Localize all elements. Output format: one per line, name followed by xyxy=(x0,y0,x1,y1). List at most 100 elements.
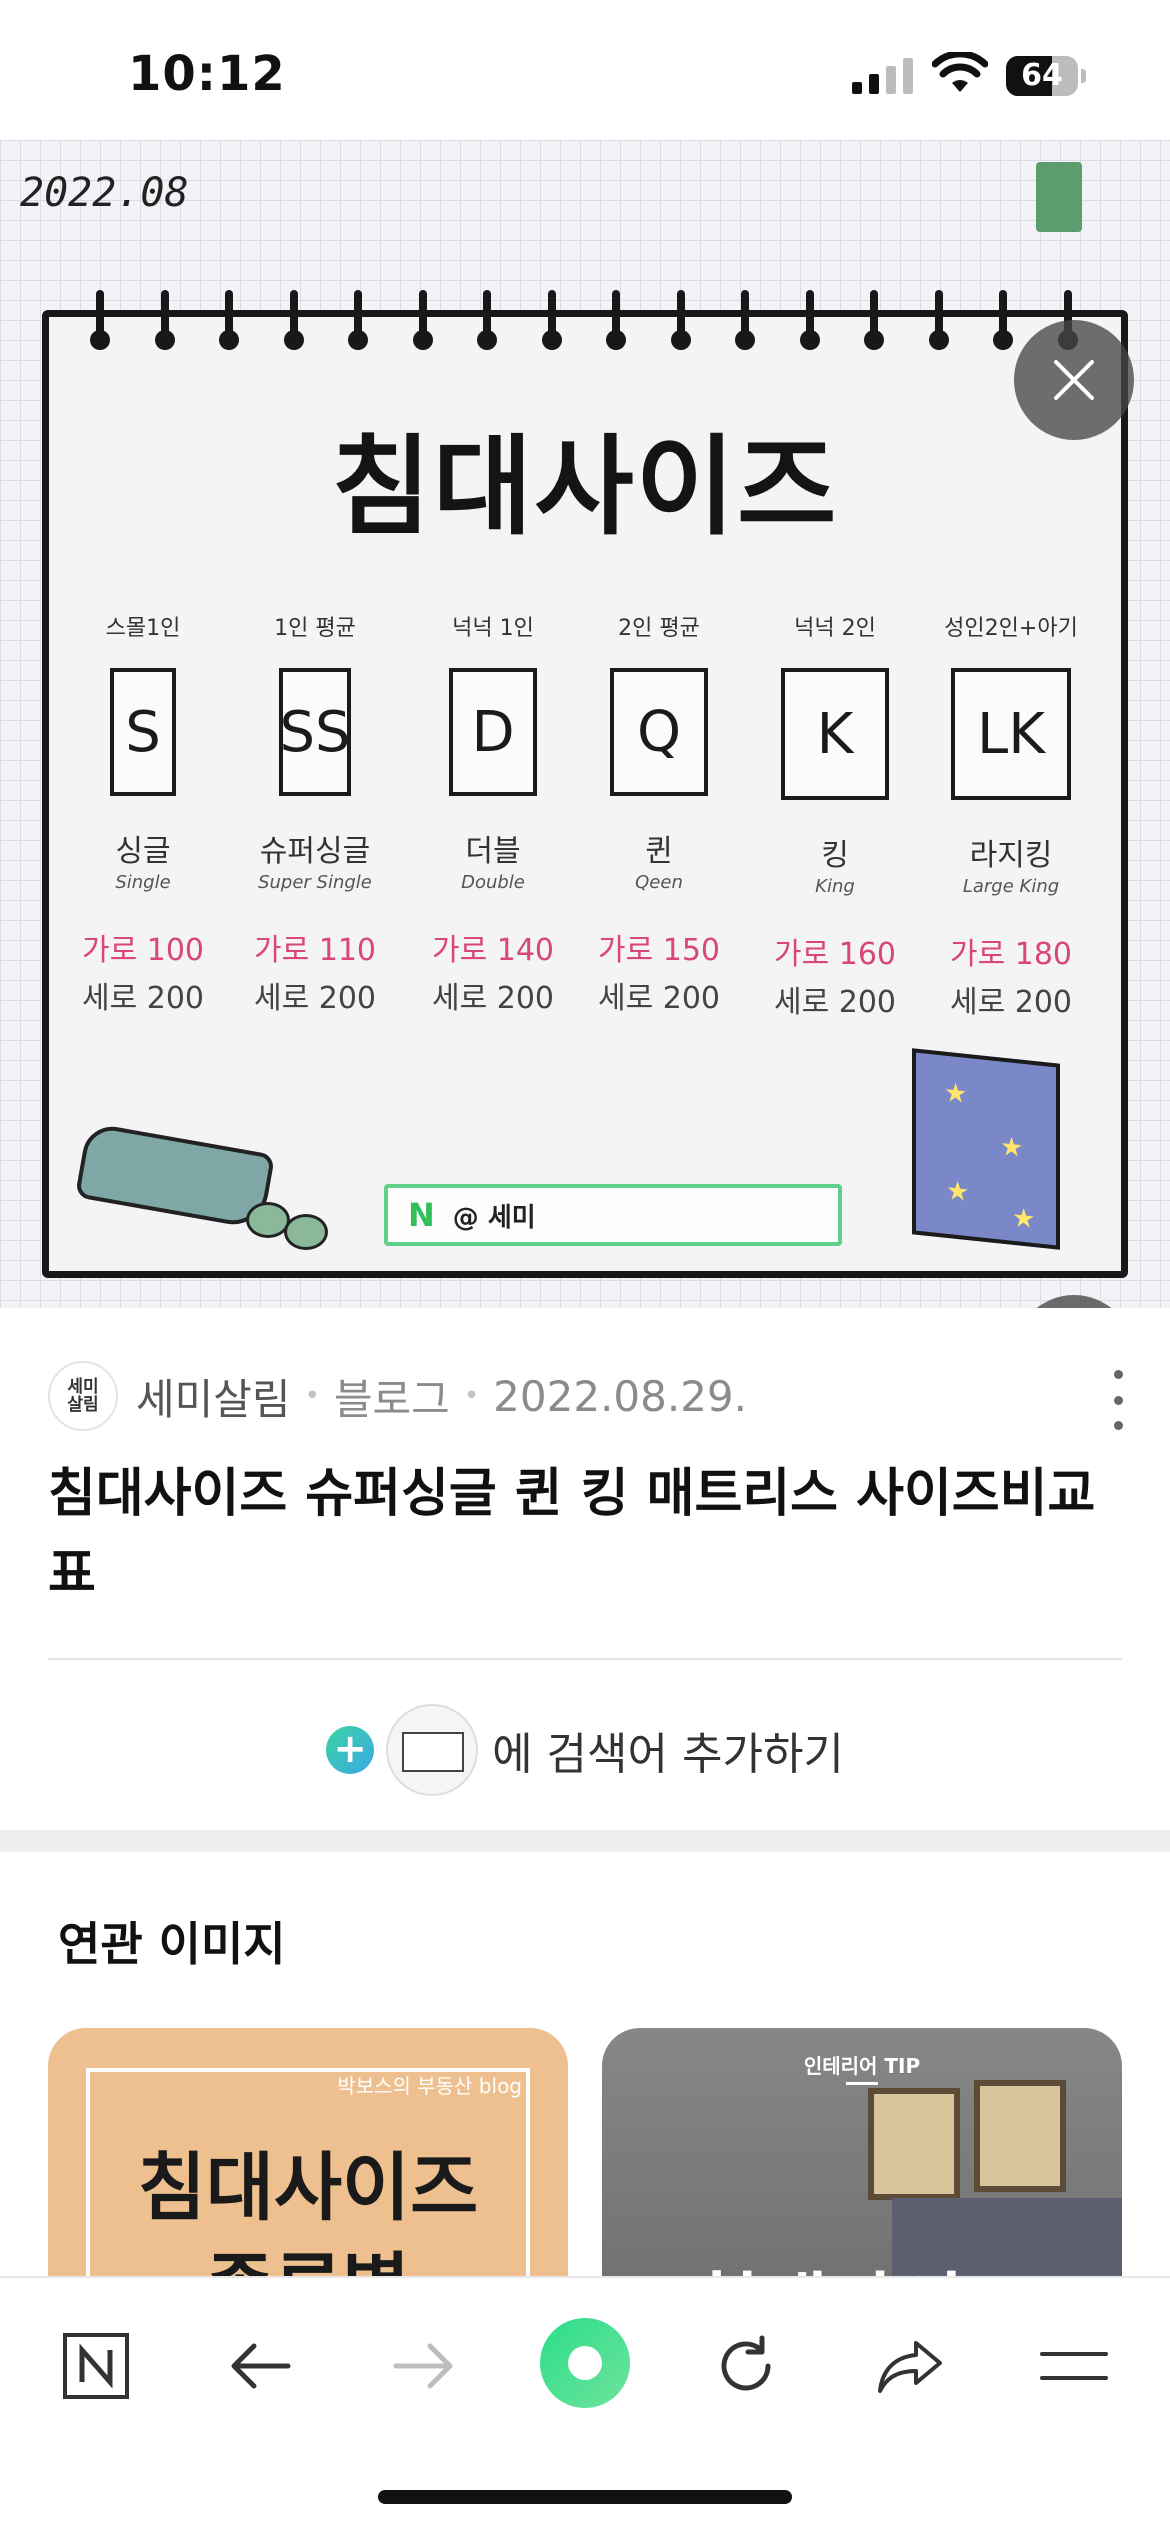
author-handle-box: N @ 세미 xyxy=(384,1184,842,1246)
notebook-ring xyxy=(606,290,626,350)
size-caption: 넉넉 1인 xyxy=(452,616,534,641)
size-column-ss: 1인 평균 SS 슈퍼싱글 Super Single 가로 110 세로 200 xyxy=(230,612,400,1017)
image-info-panel: 세미 살림 세미살림 • 블로그 • 2022.08.29. 침대사이즈 슈퍼싱… xyxy=(0,1308,1170,1848)
refresh-button[interactable] xyxy=(698,2318,794,2414)
size-code-box: LK xyxy=(951,668,1071,800)
size-length: 세로 200 xyxy=(950,985,1072,1020)
card-title: 침대사이즈 xyxy=(137,2145,479,2231)
size-column-s: 스몰1인 S 싱글 Single 가로 100 세로 200 xyxy=(58,612,228,1017)
plus-icon: + xyxy=(326,1726,375,1774)
size-column-lk: 성인2인+아기 LK 라지킹 Large King 가로 180 세로 200 xyxy=(926,612,1096,1021)
notebook-ring xyxy=(283,290,304,350)
close-icon xyxy=(1054,360,1094,400)
green-dot-icon xyxy=(568,2346,602,2380)
size-column-q: 2인 평균 Q 퀸 Qeen 가로 150 세로 200 xyxy=(574,612,744,1017)
notebook-ring xyxy=(799,290,820,350)
share-arrow-icon xyxy=(878,2341,942,2393)
size-length: 세로 200 xyxy=(254,981,376,1016)
notebook-ring xyxy=(864,290,884,350)
more-dot-icon xyxy=(1113,1395,1123,1405)
notebook-ring xyxy=(928,290,949,350)
more-options-button[interactable] xyxy=(1098,1370,1138,1430)
close-button[interactable] xyxy=(1014,320,1134,440)
size-code-box: Q xyxy=(610,668,708,796)
share-button[interactable] xyxy=(862,2318,958,2414)
image-thumbnail xyxy=(386,1704,479,1796)
separator-dot: • xyxy=(463,1381,480,1411)
section-divider xyxy=(0,1830,1170,1852)
source-name[interactable]: 세미살림 xyxy=(136,1366,291,1427)
image-viewer[interactable]: 2022.08 침대사이즈 스몰1인 S 싱글 Single 가로 100 세로… xyxy=(0,140,1170,1308)
related-image-card[interactable]: 박보스의 부동산 blog 침대사이즈 종류별 xyxy=(48,2028,568,2280)
notebook-ring xyxy=(219,290,239,350)
image-title: 침대사이즈 xyxy=(331,425,839,550)
size-name-ko: 퀸 xyxy=(645,834,673,869)
size-width: 가로 100 xyxy=(82,933,204,968)
size-code-box: SS xyxy=(279,668,351,796)
size-name-ko: 슈퍼싱글 xyxy=(259,834,371,869)
divider xyxy=(48,1658,1122,1660)
battery-icon: 64 xyxy=(1006,56,1086,96)
size-name-ko: 싱글 xyxy=(115,834,171,869)
size-name-en: Large King xyxy=(962,876,1060,897)
size-caption: 1인 평균 xyxy=(274,616,356,641)
cellular-signal-icon xyxy=(852,58,913,94)
card-tag-underline xyxy=(846,2082,878,2085)
size-column-d: 넉넉 1인 D 더블 Double 가로 140 세로 200 xyxy=(408,612,578,1017)
size-caption: 스몰1인 xyxy=(105,616,181,641)
size-name-en: Super Single xyxy=(258,872,372,893)
size-code-box: K xyxy=(781,668,889,800)
size-column-k: 넉넉 2인 K 킹 King 가로 160 세로 200 xyxy=(750,612,920,1021)
notebook-ring xyxy=(993,290,1013,350)
size-name-en: Double xyxy=(461,872,525,893)
size-length: 세로 200 xyxy=(598,981,720,1016)
poster-illustration: ★ ★ ★ ★ xyxy=(912,1048,1060,1250)
card-title-line2: 종류별 xyxy=(48,2228,568,2280)
size-length: 세로 200 xyxy=(82,981,204,1016)
post-title[interactable]: 침대사이즈 슈퍼싱글 퀸 킹 매트리스 사이즈비교표 xyxy=(48,1454,1128,1614)
arrow-right-icon xyxy=(393,2343,453,2389)
refresh-icon xyxy=(721,2335,771,2391)
size-length: 세로 200 xyxy=(432,981,554,1016)
size-width: 가로 140 xyxy=(432,933,554,968)
wall-frame-illustration xyxy=(974,2080,1066,2192)
source-row[interactable]: 세미 살림 세미살림 • 블로그 • 2022.08.29. xyxy=(48,1358,747,1434)
size-name-en: King xyxy=(815,876,855,897)
green-dot-button[interactable] xyxy=(540,2318,630,2408)
author-handle: @ 세미 xyxy=(452,1202,536,1233)
size-length: 세로 200 xyxy=(774,985,896,1020)
image-search-button[interactable] xyxy=(1014,1295,1134,1308)
card-subtitle: 박보스의 부동산 blog xyxy=(337,2074,522,2098)
blog-avatar[interactable]: 세미 살림 xyxy=(48,1361,118,1431)
wifi-icon xyxy=(932,52,988,92)
naver-n-icon: N xyxy=(408,1196,435,1234)
menu-button[interactable] xyxy=(1026,2318,1122,2414)
naver-home-button[interactable] xyxy=(48,2318,144,2414)
more-dot-icon xyxy=(1113,1421,1123,1430)
back-button[interactable] xyxy=(212,2318,308,2414)
notebook-ring xyxy=(154,290,175,350)
add-search-label: 에 검색어 추가하기 xyxy=(492,1729,844,1780)
post-date: 2022.08.29. xyxy=(493,1371,747,1421)
notebook-ring xyxy=(477,290,497,350)
size-width: 가로 150 xyxy=(598,933,720,968)
forward-button[interactable] xyxy=(376,2318,472,2414)
related-image-card[interactable]: 인테리어 TIP 침대사이즈 xyxy=(602,2028,1122,2280)
slipper-illustration xyxy=(284,1214,328,1250)
size-caption: 2인 평균 xyxy=(618,616,700,641)
size-width: 가로 110 xyxy=(254,933,376,968)
notebook-ring xyxy=(90,290,110,350)
naver-n-icon xyxy=(63,2333,129,2399)
size-width: 가로 160 xyxy=(774,937,896,972)
add-search-term-button[interactable]: + 에 검색어 추가하기 xyxy=(0,1700,1170,1800)
notebook-ring xyxy=(735,290,755,350)
size-caption: 성인2인+아기 xyxy=(944,616,1078,641)
notebook-ring xyxy=(348,290,368,350)
more-dot-icon xyxy=(1113,1370,1123,1379)
separator-dot: • xyxy=(304,1381,320,1411)
wall-frame-illustration xyxy=(868,2088,960,2200)
size-name-en: Single xyxy=(115,872,171,893)
notebook-ring xyxy=(541,290,562,350)
source-type: 블로그 xyxy=(333,1374,450,1424)
size-name-ko: 킹 xyxy=(821,838,849,873)
